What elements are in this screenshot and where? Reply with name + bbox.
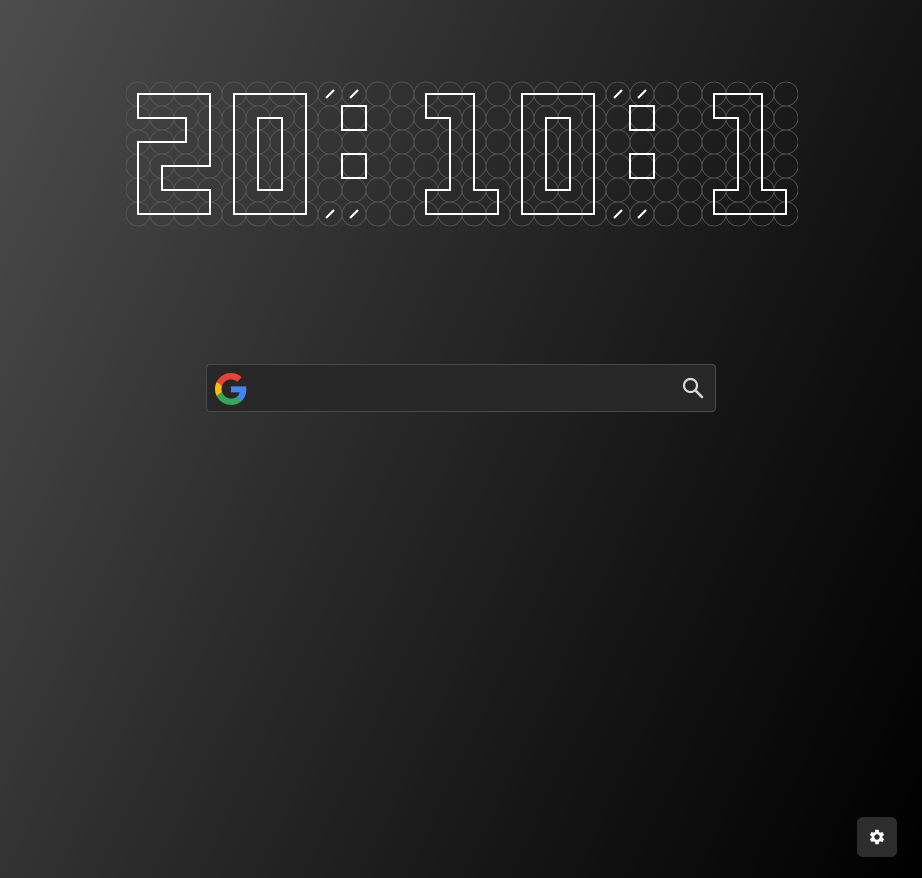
- gear-icon: [869, 829, 885, 845]
- google-g-icon: [215, 373, 247, 405]
- search-bar: [206, 364, 716, 412]
- search-button[interactable]: [681, 376, 705, 400]
- clock-graphic: [125, 81, 883, 227]
- clock-display: 20:08:16: [125, 80, 883, 228]
- search-input[interactable]: [259, 373, 663, 405]
- settings-button[interactable]: [857, 817, 897, 857]
- search-icon: [682, 377, 704, 399]
- circle-grid: [125, 81, 799, 227]
